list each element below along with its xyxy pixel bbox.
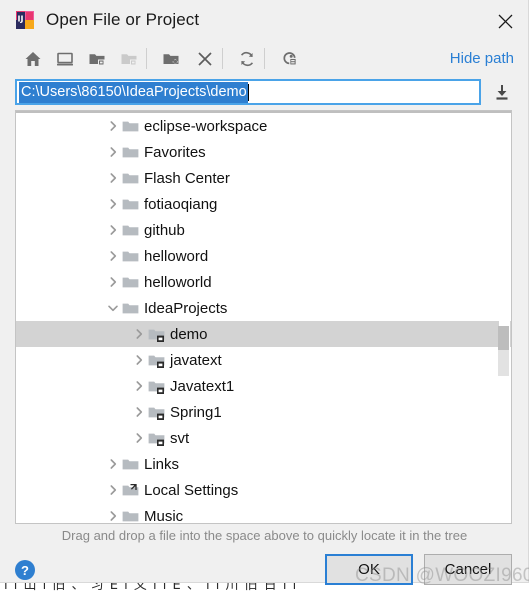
folder-icon — [122, 144, 144, 161]
drag-drop-hint: Drag and drop a file into the space abov… — [61, 528, 468, 543]
file-tree-panel[interactable]: eclipse-workspace Favorites Flash Center fo… — [15, 110, 512, 524]
toolbar-separator-3 — [264, 48, 265, 69]
chevron-right-icon[interactable] — [104, 458, 122, 470]
folder-icon — [122, 508, 144, 524]
folder-icon — [122, 248, 144, 265]
download-arrow-icon[interactable] — [492, 82, 512, 102]
tree-row-favorites[interactable]: Favorites — [16, 139, 511, 165]
file-tree-list: eclipse-workspace Favorites Flash Center fo… — [16, 113, 511, 524]
chevron-right-icon[interactable] — [130, 380, 148, 392]
tree-scrollbar-thumb-highlight[interactable] — [498, 326, 509, 350]
folder-icon — [122, 118, 144, 135]
project-folder-icon — [148, 404, 170, 421]
chevron-right-icon[interactable] — [104, 224, 122, 236]
tree-row-javatext[interactable]: javatext — [16, 347, 511, 373]
toolbar-separator-1 — [146, 48, 147, 69]
chevron-right-icon[interactable] — [104, 146, 122, 158]
tree-row-label: Spring1 — [170, 403, 222, 421]
tree-row-music[interactable]: Music — [16, 503, 511, 524]
tree-row-label: javatext — [170, 351, 222, 369]
tree-row-label: eclipse-workspace — [144, 117, 268, 135]
chevron-right-icon[interactable] — [130, 406, 148, 418]
tree-row-label: Music — [144, 507, 184, 524]
show-hidden-icon[interactable] — [274, 44, 304, 74]
toolbar: Hide path — [0, 42, 528, 78]
tree-row-label: fotiaoqiang — [144, 195, 218, 213]
chevron-right-icon[interactable] — [104, 276, 122, 288]
tree-row-label: Favorites — [144, 143, 206, 161]
open-file-or-project-dialog: IJ Open File or Project Hide path C:\Use… — [0, 0, 529, 586]
tree-row-links[interactable]: Links — [16, 451, 511, 477]
chevron-right-icon[interactable] — [130, 354, 148, 366]
path-input[interactable]: C:\Users\86150\IdeaProjects\demo — [15, 79, 481, 105]
chevron-down-icon[interactable] — [104, 302, 122, 314]
folder-icon — [122, 222, 144, 239]
chevron-right-icon[interactable] — [104, 510, 122, 522]
folder-icon — [122, 300, 144, 317]
tree-row-helloword[interactable]: helloword — [16, 243, 511, 269]
svg-text:IJ: IJ — [18, 15, 24, 24]
cancel-button[interactable]: Cancel — [424, 554, 512, 585]
path-row: C:\Users\86150\IdeaProjects\demo — [0, 78, 528, 108]
tree-row-label: svt — [170, 429, 190, 447]
chevron-right-icon[interactable] — [104, 120, 122, 132]
help-button[interactable]: ? — [15, 560, 35, 580]
tree-row-label: demo — [170, 325, 208, 343]
hide-path-link[interactable]: Hide path — [450, 50, 514, 67]
chevron-right-icon[interactable] — [104, 198, 122, 210]
close-icon[interactable] — [482, 0, 528, 42]
text-caret — [247, 83, 249, 101]
tree-row-label: Local Settings — [144, 481, 239, 499]
project-folder-icon — [148, 352, 170, 369]
tree-row-local-settings[interactable]: Local Settings — [16, 477, 511, 503]
ok-button[interactable]: OK — [325, 554, 413, 585]
tree-row-svt[interactable]: svt — [16, 425, 511, 451]
tree-row-ideaprojects[interactable]: IdeaProjects — [16, 295, 511, 321]
tree-row-fotiaoqiang[interactable]: fotiaoqiang — [16, 191, 511, 217]
chevron-right-icon[interactable] — [104, 484, 122, 496]
tree-row-helloworld[interactable]: helloworld — [16, 269, 511, 295]
path-input-value: C:\Users\86150\IdeaProjects\demo — [19, 81, 248, 103]
tree-row-label: IdeaProjects — [144, 299, 228, 317]
tree-row-eclipse-workspace[interactable]: eclipse-workspace — [16, 113, 511, 139]
folder-icon — [122, 170, 144, 187]
home-icon[interactable] — [18, 44, 48, 74]
toolbar-separator-2 — [222, 48, 223, 69]
dialog-title: Open File or Project — [46, 10, 200, 29]
chevron-right-icon[interactable] — [130, 328, 148, 340]
project-folder-icon[interactable] — [82, 44, 112, 74]
screen: l l 山 l 旧 、 习 E l 义 l l E 、 l l 川 旧 日 l … — [0, 0, 529, 598]
tree-row-demo[interactable]: demo — [16, 321, 511, 347]
chevron-right-icon[interactable] — [130, 432, 148, 444]
tree-row-label: Javatext1 — [170, 377, 235, 395]
intellij-idea-icon: IJ — [14, 9, 36, 31]
tree-scrollbar-track[interactable] — [498, 113, 510, 523]
tree-row-label: Links — [144, 455, 180, 473]
tree-row-github[interactable]: github — [16, 217, 511, 243]
delete-icon[interactable] — [190, 44, 220, 74]
folder-icon — [122, 196, 144, 213]
refresh-icon[interactable] — [232, 44, 262, 74]
tree-row-javatext1[interactable]: Javatext1 — [16, 373, 511, 399]
project-folder-icon — [148, 378, 170, 395]
chevron-right-icon[interactable] — [104, 172, 122, 184]
new-folder-icon[interactable] — [156, 44, 186, 74]
project-folder-icon — [148, 326, 170, 343]
tree-row-flash-center[interactable]: Flash Center — [16, 165, 511, 191]
desktop-icon[interactable] — [50, 44, 80, 74]
module-folder-icon — [114, 44, 144, 74]
folder-icon — [122, 274, 144, 291]
chevron-right-icon[interactable] — [104, 250, 122, 262]
tree-row-label: Flash Center — [144, 169, 230, 187]
tree-row-label: helloworld — [144, 273, 212, 291]
title-bar: IJ Open File or Project — [0, 0, 528, 42]
folder-icon — [122, 456, 144, 473]
shortcut-folder-icon — [122, 482, 144, 499]
tree-row-spring1[interactable]: Spring1 — [16, 399, 511, 425]
tree-row-label: github — [144, 221, 185, 239]
tree-row-label: helloword — [144, 247, 209, 265]
project-folder-icon — [148, 430, 170, 447]
